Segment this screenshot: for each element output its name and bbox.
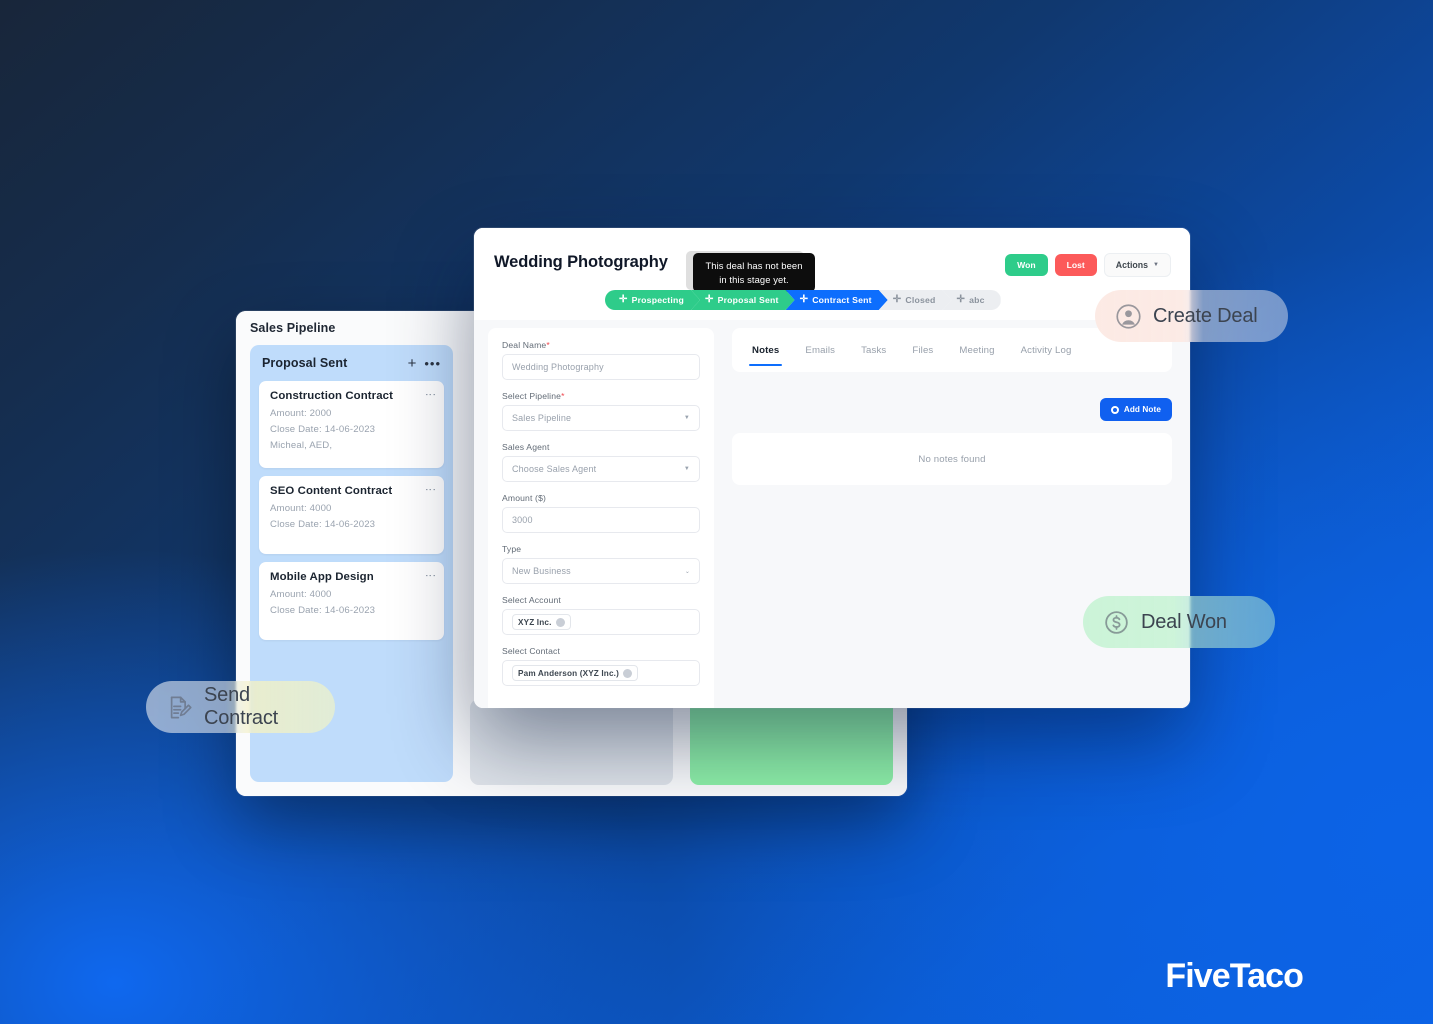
stage-label: Prospecting [631, 295, 684, 305]
stage-label: Closed [905, 295, 936, 305]
plus-icon: ✛ [892, 294, 902, 305]
select-account-field[interactable]: XYZ Inc. [502, 609, 700, 635]
contact-tag[interactable]: Pam Anderson (XYZ Inc.) [512, 665, 638, 681]
add-note-label: Add Note [1123, 405, 1161, 414]
deal-name-label: Deal Name* [502, 340, 550, 350]
kanban-column-placeholder-green [690, 699, 893, 785]
card-menu-icon[interactable]: ⋮ [424, 570, 436, 581]
select-contact-field[interactable]: Pam Anderson (XYZ Inc.) [502, 660, 700, 686]
select-pipeline-label: Select Pipeline* [502, 391, 565, 401]
select-contact-label: Select Contact [502, 646, 560, 656]
card-close-date: Close Date: 14-06-2023 [270, 424, 376, 435]
pill-label: Deal Won [1141, 610, 1227, 633]
stage-proposal-sent[interactable]: ✛ Proposal Sent [691, 290, 795, 310]
stage-contract-sent[interactable]: ✛ Contract Sent [786, 290, 888, 310]
kanban-card[interactable]: ⋮ Construction Contract Amount: 2000 Clo… [259, 381, 444, 468]
tab-tasks[interactable]: Tasks [861, 328, 886, 372]
notes-empty-state: No notes found [732, 433, 1172, 485]
chevron-down-icon: ▼ [683, 466, 690, 472]
tab-activity-log[interactable]: Activity Log [1021, 328, 1072, 372]
card-extra: Micheal, AED, [270, 440, 333, 451]
chevron-down-icon: ▼ [683, 415, 690, 421]
kanban-column-placeholder-gray [470, 699, 673, 785]
pill-label: Send Contract [204, 684, 278, 729]
remove-tag-icon[interactable] [622, 668, 632, 678]
select-pipeline-dropdown[interactable]: Sales Pipeline ▼ [502, 405, 700, 431]
plus-icon: ✛ [956, 294, 966, 305]
sales-agent-label: Sales Agent [502, 442, 550, 452]
pill-create-deal[interactable]: Create Deal [1095, 290, 1288, 342]
actions-label: Actions [1115, 260, 1149, 270]
deal-form-panel: Deal Name* Wedding Photography Select Pi… [488, 328, 714, 708]
document-pen-icon [170, 696, 192, 718]
card-title: SEO Content Contract [270, 485, 393, 497]
card-amount: Amount: 4000 [270, 589, 332, 600]
lost-button[interactable]: Lost [1054, 254, 1097, 276]
tab-meeting[interactable]: Meeting [959, 328, 994, 372]
sales-agent-value: Choose Sales Agent [512, 464, 597, 474]
deal-body: Deal Name* Wedding Photography Select Pi… [474, 320, 1190, 708]
chevron-down-icon: ▼ [1153, 262, 1159, 268]
kanban-card[interactable]: ⋮ Mobile App Design Amount: 4000 Close D… [259, 562, 444, 640]
plus-icon: ✛ [799, 294, 809, 305]
dollar-circle-icon [1105, 610, 1128, 634]
stage-tooltip: This deal has not been in this stage yet… [693, 253, 815, 298]
kanban-card-list: ⋮ Construction Contract Amount: 2000 Clo… [250, 381, 453, 649]
deal-activity-panel: Notes Emails Tasks Files Meeting Activit… [714, 328, 1172, 708]
tab-notes[interactable]: Notes [748, 328, 783, 372]
stage-label: abc [969, 295, 985, 305]
tab-files[interactable]: Files [912, 328, 933, 372]
account-tag-label: XYZ Inc. [518, 617, 552, 627]
kanban-column-title: Proposal Sent [262, 356, 348, 370]
card-amount: Amount: 2000 [270, 408, 332, 419]
card-menu-icon[interactable]: ⋮ [424, 484, 436, 495]
pipeline-title: Sales Pipeline [250, 321, 336, 335]
pill-deal-won[interactable]: Deal Won [1083, 596, 1275, 648]
amount-value: 3000 [512, 515, 533, 525]
add-note-button[interactable]: Add Note [1099, 398, 1172, 421]
sales-agent-dropdown[interactable]: Choose Sales Agent ▼ [502, 456, 700, 482]
plus-icon: ✛ [705, 294, 714, 305]
select-pipeline-value: Sales Pipeline [512, 413, 572, 423]
card-close-date: Close Date: 14-06-2023 [270, 605, 376, 616]
ellipsis-icon[interactable]: ••• [424, 357, 441, 370]
pill-send-contract[interactable]: Send Contract [146, 681, 335, 733]
add-note-row: Add Note [732, 384, 1172, 421]
card-title: Construction Contract [270, 390, 393, 402]
remove-tag-icon[interactable] [555, 617, 565, 627]
page-title: Wedding Photography [494, 253, 668, 271]
stage-prospecting[interactable]: ✛ Prospecting [605, 290, 700, 310]
stage-label: Contract Sent [812, 295, 872, 305]
amount-input[interactable]: 3000 [502, 507, 700, 533]
kanban-card[interactable]: ⋮ SEO Content Contract Amount: 4000 Clos… [259, 476, 444, 554]
type-dropdown[interactable]: New Business ⌄ [502, 558, 700, 584]
type-label: Type [502, 544, 522, 554]
actions-button[interactable]: Actions ▼ [1103, 253, 1171, 277]
card-amount: Amount: 4000 [270, 503, 332, 514]
chevron-down-icon: ⌄ [684, 568, 690, 575]
stage-label: Proposal Sent [717, 295, 779, 305]
card-title: Mobile App Design [270, 571, 374, 583]
select-account-label: Select Account [502, 595, 561, 605]
deal-header-actions: Won Lost Actions ▼ [1005, 253, 1171, 277]
plus-icon: ✛ [619, 294, 628, 305]
contact-tag-label: Pam Anderson (XYZ Inc.) [518, 668, 619, 678]
fivetaco-logo: FiveTaco [1165, 957, 1304, 995]
pill-label: Create Deal [1153, 304, 1258, 327]
deal-name-input[interactable]: Wedding Photography [502, 354, 700, 380]
account-tag[interactable]: XYZ Inc. [512, 614, 571, 630]
stage-closed[interactable]: ✛ Closed [879, 290, 952, 310]
amount-label: Amount ($) [502, 493, 547, 503]
tab-emails[interactable]: Emails [805, 328, 835, 372]
kanban-column-header: Proposal Sent + ••• [250, 345, 453, 381]
type-value: New Business [512, 566, 571, 576]
pipeline-stage-bar: ✛ Prospecting ✛ Proposal Sent ✛ Contract Se… [605, 290, 1001, 310]
card-menu-icon[interactable]: ⋮ [424, 389, 436, 400]
deal-name-value: Wedding Photography [512, 362, 604, 372]
plus-icon[interactable]: + [408, 356, 417, 371]
won-button[interactable]: Won [1005, 254, 1048, 276]
card-close-date: Close Date: 14-06-2023 [270, 519, 376, 530]
plus-circle-icon [1110, 405, 1119, 414]
user-circle-icon [1116, 303, 1141, 329]
